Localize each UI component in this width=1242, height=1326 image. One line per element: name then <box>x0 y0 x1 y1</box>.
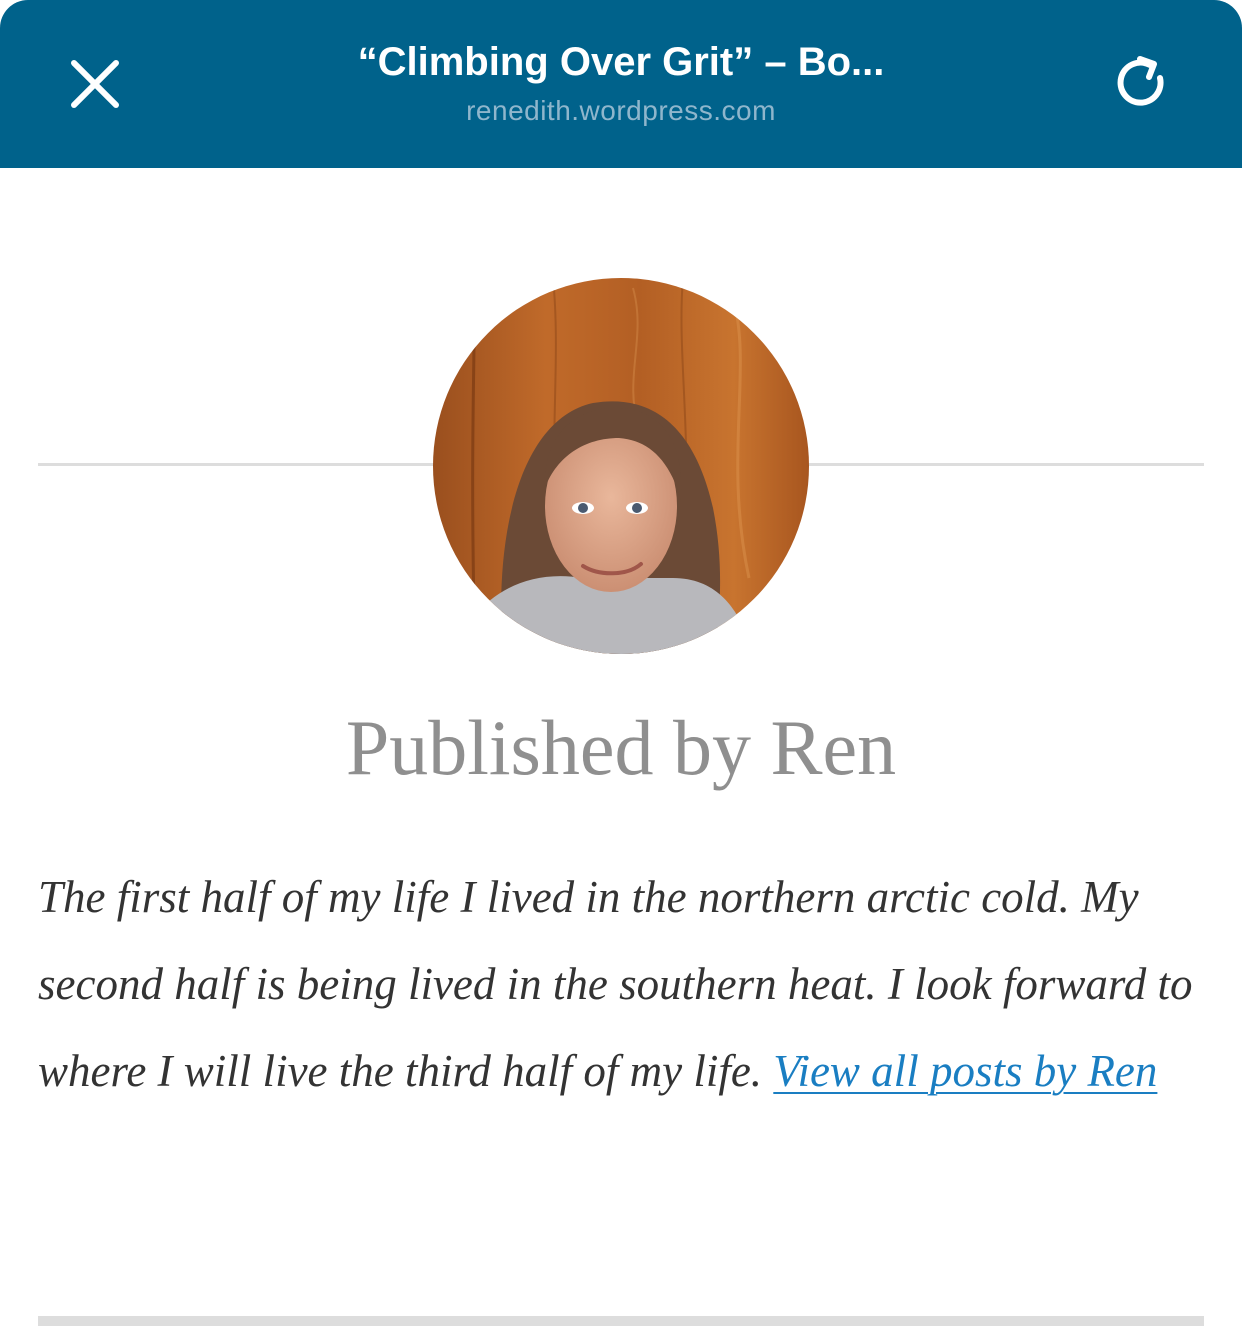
view-all-posts-link[interactable]: View all posts by Ren <box>773 1046 1157 1096</box>
page-domain: renedith.wordpress.com <box>466 95 776 126</box>
author-avatar <box>433 278 809 654</box>
title-area: “Climbing Over Grit” – Bo... renedith.wo… <box>200 36 1042 128</box>
browser-header: “Climbing Over Grit” – Bo... renedith.wo… <box>0 0 1242 168</box>
close-icon <box>71 60 119 108</box>
refresh-icon <box>1117 56 1164 106</box>
close-button[interactable] <box>56 42 136 122</box>
refresh-button[interactable] <box>1104 42 1184 122</box>
author-bio: The first half of my life I lived in the… <box>38 854 1208 1115</box>
author-avatar-photo <box>433 278 809 654</box>
author-heading: Published by Ren <box>345 704 897 791</box>
footer-rule <box>38 1316 1204 1326</box>
page-title: “Climbing Over Grit” – Bo... <box>357 40 885 84</box>
